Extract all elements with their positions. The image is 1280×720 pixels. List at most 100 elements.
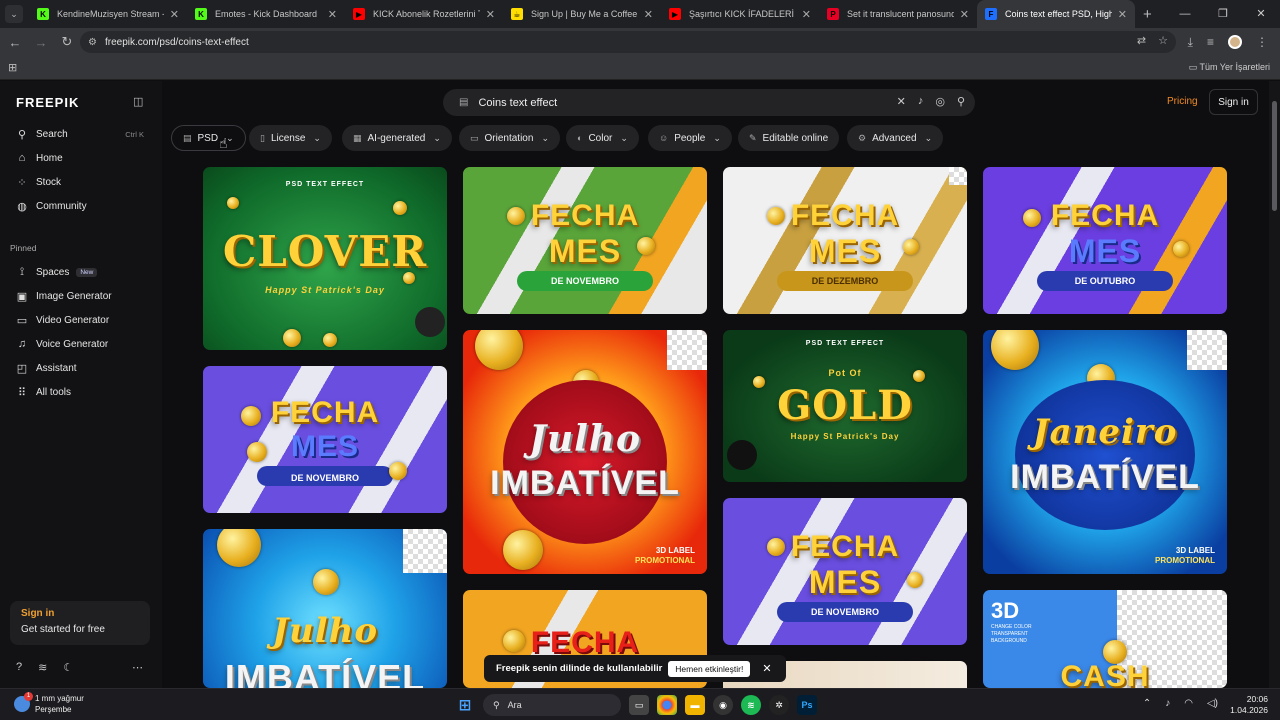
tab-title: Emotes - Kick Dashboard — [215, 9, 318, 19]
filter-psd[interactable]: ▤ PSD ⌄ — [171, 125, 246, 151]
result-card-clover[interactable]: PSD TEXT EFFECT CLOVER Happy St Patrick'… — [203, 167, 447, 350]
image-search-icon[interactable]: ◎ — [935, 95, 945, 108]
dark-mode-icon[interactable]: ☾ — [63, 661, 73, 674]
restore-button[interactable]: ❐ — [1204, 0, 1242, 28]
sidebar-item-video-generator[interactable]: ▭ Video Generator — [10, 309, 150, 331]
weather-widget[interactable]: 1 1 mm yağmur Perşembe — [14, 692, 84, 715]
chrome-icon[interactable] — [657, 695, 677, 715]
filter-license[interactable]: ▯ License ⌄ — [249, 125, 332, 151]
forward-button[interactable]: → — [30, 35, 52, 50]
browser-tab[interactable]: K KendineMuzisyen Stream - Wat ✕ — [29, 0, 187, 28]
browser-tab[interactable]: ☕ Sign Up | Buy Me a Coffee ✕ — [503, 0, 661, 28]
result-card-cash[interactable]: 3D CHANGE COLOR TRANSPARENT BACKGROUND CAS… — [983, 590, 1227, 688]
sidebar-item-home[interactable]: ⌂ Home — [10, 147, 150, 169]
close-tab-icon[interactable]: ✕ — [802, 8, 811, 21]
browser-tab[interactable]: ▶ KICK Abonelik Rozetlerini Tasarı ✕ — [345, 0, 503, 28]
reload-button[interactable]: ↻ — [56, 34, 78, 50]
back-button[interactable]: ← — [4, 35, 26, 50]
task-view-icon[interactable]: ▭ — [629, 695, 649, 715]
freepik-logo[interactable]: FREEPIK — [16, 95, 79, 110]
header-signin-button[interactable]: Sign in — [1209, 89, 1258, 115]
apps-grid-icon[interactable]: ⊞ — [8, 61, 17, 74]
filter-color[interactable]: ◐ Color ⌄ — [566, 125, 639, 151]
download-icon[interactable]: ⤓ — [1188, 35, 1193, 50]
result-card-julho-1[interactable]: Julho IMBATÍVEL 3D LABEL PROMOTIONAL — [463, 330, 707, 574]
result-card-fecha-dezembro[interactable]: FECHA MES DE DEZEMBRO — [723, 167, 967, 314]
page-scrollbar[interactable] — [1269, 81, 1280, 688]
all-bookmarks-link[interactable]: ▭ Tüm Yer İşaretleri — [1189, 62, 1270, 73]
palette-icon: ◐ — [577, 133, 583, 143]
result-card-fecha-novembro-green[interactable]: FECHA MES DE NOVEMBRO — [463, 167, 707, 314]
new-tab-button[interactable]: + — [1143, 6, 1152, 23]
reading-list-icon[interactable]: ≡ — [1207, 35, 1214, 49]
spotify-icon[interactable]: ≋ — [741, 695, 761, 715]
pricing-link[interactable]: Pricing — [1167, 96, 1198, 107]
close-tab-icon[interactable]: ✕ — [486, 8, 495, 21]
scrollbar-thumb[interactable] — [1272, 101, 1277, 211]
close-window-button[interactable]: ✕ — [1242, 0, 1280, 28]
browser-tab[interactable]: K Emotes - Kick Dashboard ✕ — [187, 0, 345, 28]
filter-orientation[interactable]: ▭ Orientation ⌄ — [459, 125, 560, 151]
filter-ai-generated[interactable]: ▦ AI-generated ⌄ — [342, 125, 452, 151]
windows-start-icon[interactable]: ⊞ — [455, 695, 475, 715]
toast-activate-button[interactable]: Hemen etkinleştir! — [668, 660, 751, 677]
filter-people[interactable]: ☺ People ⌄ — [648, 125, 732, 151]
translate-icon[interactable]: ⇄ — [1137, 34, 1146, 47]
close-tab-icon[interactable]: ✕ — [1118, 8, 1127, 21]
close-tab-icon[interactable]: ✕ — [170, 8, 179, 21]
address-bar[interactable]: ⚙ freepik.com/psd/coins-text-effect ⇄ ☆ — [80, 31, 1176, 53]
file-explorer-icon[interactable]: ▬ — [685, 695, 705, 715]
close-tab-icon[interactable]: ✕ — [644, 8, 653, 21]
chatgpt-icon[interactable]: ✲ — [769, 695, 789, 715]
result-card-julho-2[interactable]: Julho IMBATÍVEL — [203, 529, 447, 688]
minimize-button[interactable]: — — [1166, 0, 1204, 28]
clear-search-icon[interactable]: ✕ — [897, 95, 906, 108]
search-input[interactable] — [478, 96, 859, 109]
sidebar-item-image-generator[interactable]: ▣ Image Generator — [10, 285, 150, 307]
profile-avatar[interactable] — [1228, 35, 1242, 49]
bookmark-star-icon[interactable]: ☆ — [1158, 34, 1168, 47]
github-icon[interactable]: ◉ — [713, 695, 733, 715]
signin-link[interactable]: Sign in — [21, 608, 139, 619]
more-options-icon[interactable]: ⋯ — [132, 661, 143, 674]
result-card-janeiro[interactable]: Janeiro IMBATÍVEL 3D LABEL PROMOTIONAL — [983, 330, 1227, 574]
card-line2-text: MES — [290, 430, 359, 463]
taskbar-search[interactable]: ⚲ Ara — [483, 694, 621, 716]
result-card-pot-of-gold[interactable]: PSD TEXT EFFECT Pot Of GOLD Happy St Pat… — [723, 330, 967, 482]
result-card-fecha-novembro[interactable]: FECHA MES DE NOVEMBRO — [203, 366, 447, 513]
volume-icon[interactable]: ◁) — [1207, 698, 1218, 709]
browser-menu-icon[interactable]: ⋮ — [1256, 35, 1268, 49]
site-info-icon[interactable]: ⚙ — [88, 37, 97, 48]
sidebar-item-voice-generator[interactable]: ♫ Voice Generator — [10, 333, 150, 355]
filter-editable-online[interactable]: ✎ Editable online — [738, 125, 840, 151]
microphone-icon[interactable]: ♪ — [1165, 698, 1170, 709]
result-card-fecha-outubro[interactable]: FECHA MES DE OUTUBRO — [983, 167, 1227, 314]
close-icon[interactable]: ✕ — [762, 662, 771, 675]
collapse-sidebar-icon[interactable]: ◫ — [133, 95, 143, 108]
chevron-up-icon[interactable]: ⌃ — [1143, 698, 1151, 709]
close-tab-icon[interactable]: ✕ — [960, 8, 969, 21]
sidebar-item-all-tools[interactable]: ⠿ All tools — [10, 381, 150, 403]
sidebar-item-community[interactable]: ◍ Community — [10, 195, 150, 217]
filter-advanced[interactable]: ⚙ Advanced ⌄ — [847, 125, 944, 151]
sidebar-item-spaces[interactable]: ⟟ Spaces New — [10, 261, 150, 283]
sidebar-item-stock[interactable]: ⁘ Stock — [10, 171, 150, 193]
voice-search-icon[interactable]: ♪ — [918, 95, 924, 108]
sidebar-item-assistant[interactable]: ◰ Assistant — [10, 357, 150, 379]
sidebar-item-search[interactable]: ⚲ Search Ctrl K — [10, 123, 150, 145]
photoshop-icon[interactable]: Ps — [797, 695, 817, 715]
search-icon[interactable]: ⚲ — [957, 95, 965, 108]
signin-card[interactable]: Sign in Get started for free — [10, 601, 150, 645]
help-icon[interactable]: ? — [16, 661, 22, 674]
asset-type-icon[interactable]: ▤ — [459, 97, 468, 108]
close-tab-icon[interactable]: ✕ — [328, 8, 337, 21]
coin-icon — [475, 330, 523, 370]
browser-tab[interactable]: ▶ Şaşırtıcı KICK İFADELERİ ve GİF ✕ — [661, 0, 819, 28]
tab-search-menu-button[interactable]: ⌄ — [5, 5, 23, 23]
browser-tab[interactable]: F Coins text effect PSD, High Qu ✕ — [977, 0, 1135, 28]
taskbar-clock[interactable]: 20:06 1.04.2026 — [1230, 694, 1268, 716]
layers-icon[interactable]: ≋ — [38, 661, 47, 674]
wifi-icon[interactable]: ◠ — [1184, 698, 1193, 709]
result-card-fecha-novembro-2[interactable]: FECHA MES DE NOVEMBRO — [723, 498, 967, 645]
browser-tab[interactable]: P Set it translucent panosundaki ✕ — [819, 0, 977, 28]
